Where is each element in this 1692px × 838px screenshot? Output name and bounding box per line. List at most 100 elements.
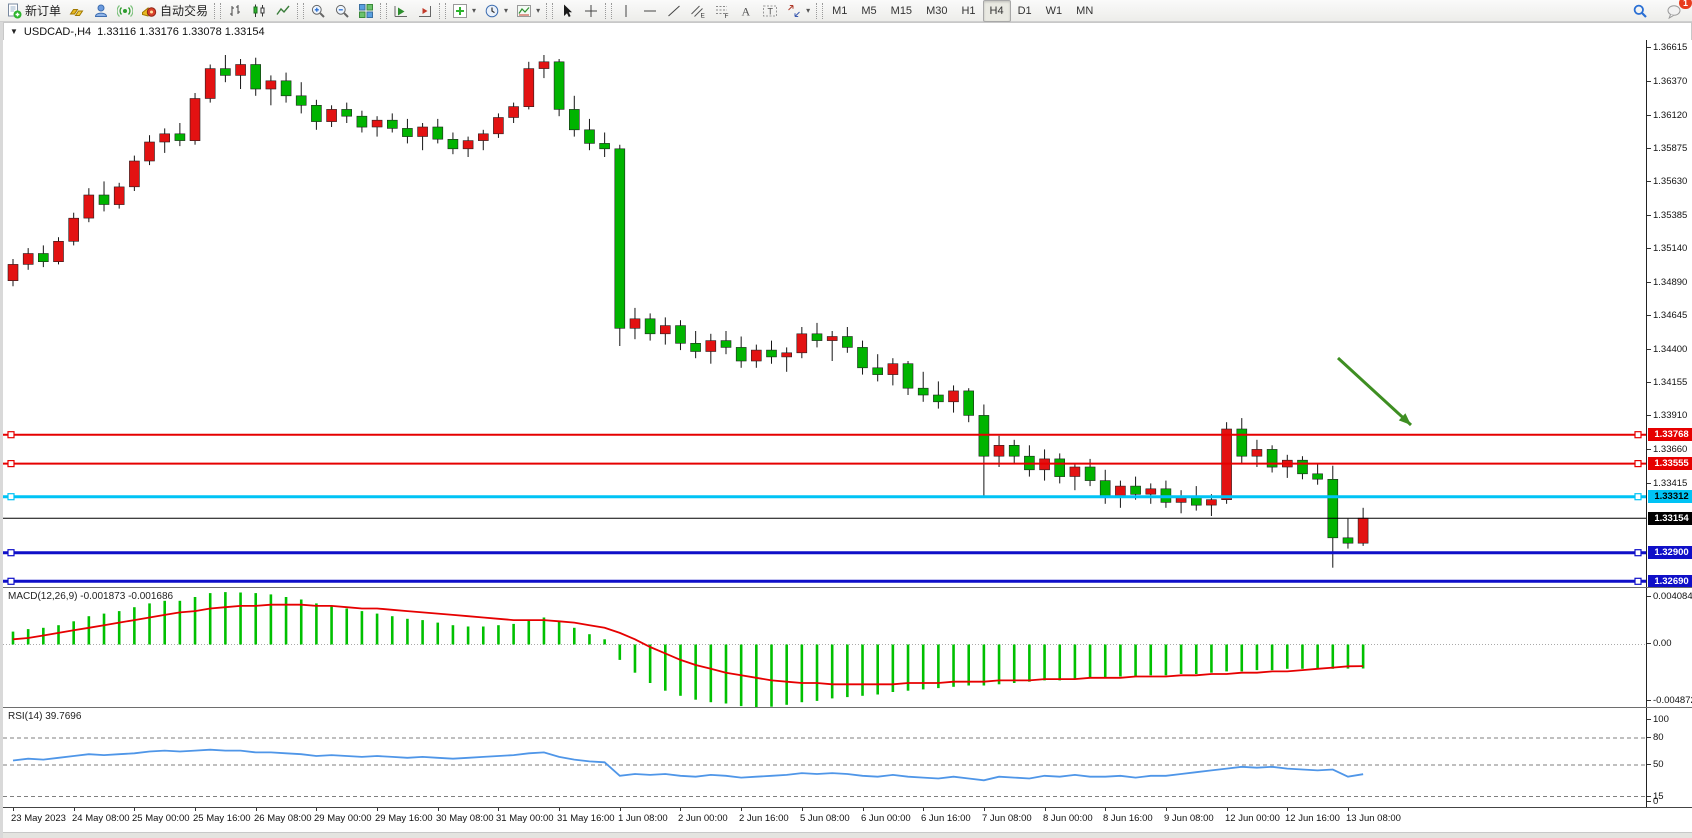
time-tick bbox=[984, 808, 985, 811]
new-order-button[interactable]: 新订单 bbox=[2, 0, 65, 22]
timeframe-button-h1[interactable]: H1 bbox=[954, 0, 982, 22]
time-label: 29 May 00:00 bbox=[314, 813, 372, 824]
bid-price-label: 1.33154 bbox=[1648, 512, 1692, 525]
macd-tick: 0.00 bbox=[1647, 637, 1692, 649]
trendline-button[interactable] bbox=[662, 0, 686, 22]
fibonacci-button[interactable]: F bbox=[710, 0, 734, 22]
toolbar-separator bbox=[439, 3, 446, 19]
price-tick: 1.36120 bbox=[1647, 109, 1692, 121]
time-tick bbox=[1287, 808, 1288, 811]
price-tick: 1.33415 bbox=[1647, 477, 1692, 489]
price-axis[interactable]: 1.366151.363701.361201.358751.356301.353… bbox=[1646, 40, 1692, 587]
chart-title-bar: ▼ USDCAD-,H4 1.33116 1.33176 1.33078 1.3… bbox=[3, 22, 1692, 40]
time-label: 5 Jun 08:00 bbox=[800, 813, 850, 824]
macd-axis[interactable]: 0.0040840.00-0.004872 bbox=[1646, 588, 1692, 707]
time-label: 2 Jun 16:00 bbox=[739, 813, 789, 824]
signals-icon bbox=[93, 3, 109, 19]
candle-chart-button[interactable] bbox=[247, 0, 271, 22]
crosshair-button[interactable] bbox=[579, 0, 603, 22]
rsi-panel: RSI(14) 39.7696 1008050150 bbox=[3, 707, 1692, 807]
gold-button[interactable] bbox=[65, 0, 89, 22]
price-tick: 1.34890 bbox=[1647, 276, 1692, 288]
text-icon: A bbox=[738, 3, 754, 19]
time-tick bbox=[1105, 808, 1106, 811]
toolbar-separator bbox=[546, 3, 553, 19]
vertical-line-button[interactable] bbox=[614, 0, 638, 22]
rsi-canvas[interactable] bbox=[3, 709, 1646, 808]
bar-chart-button[interactable] bbox=[223, 0, 247, 22]
time-label: 8 Jun 00:00 bbox=[1043, 813, 1093, 824]
shift-icon bbox=[417, 3, 433, 19]
chart-shift-button[interactable] bbox=[413, 0, 437, 22]
timeframe-button-d1[interactable]: D1 bbox=[1011, 0, 1039, 22]
rsi-axis[interactable]: 1008050150 bbox=[1646, 708, 1692, 807]
chart-collapse-icon[interactable]: ▼ bbox=[10, 27, 18, 36]
line-chart-icon bbox=[275, 3, 291, 19]
timeframe-button-m30[interactable]: M30 bbox=[919, 0, 954, 22]
timeframe-button-w1[interactable]: W1 bbox=[1039, 0, 1070, 22]
clock-icon bbox=[484, 3, 500, 19]
zoom-in-button[interactable] bbox=[306, 0, 330, 22]
time-tick bbox=[13, 808, 14, 811]
trend-icon bbox=[666, 3, 682, 19]
time-tick bbox=[74, 808, 75, 811]
timeframe-button-h4[interactable]: H4 bbox=[983, 0, 1011, 22]
time-label: 29 May 16:00 bbox=[375, 813, 433, 824]
autotrade-icon bbox=[141, 3, 157, 19]
auto-scroll-button[interactable] bbox=[389, 0, 413, 22]
zoom-out-icon bbox=[334, 3, 350, 19]
time-label: 31 May 16:00 bbox=[557, 813, 615, 824]
time-axis[interactable]: 23 May 202324 May 08:0025 May 00:0025 Ma… bbox=[3, 807, 1692, 833]
chevron-down-icon[interactable]: ▾ bbox=[536, 6, 540, 15]
arrows-button[interactable]: ▾ bbox=[782, 0, 814, 22]
chart-window: ▼ USDCAD-,H4 1.33116 1.33176 1.33078 1.3… bbox=[0, 22, 1692, 838]
price-tick: 1.35140 bbox=[1647, 242, 1692, 254]
rsi-label: RSI(14) 39.7696 bbox=[8, 711, 81, 722]
chevron-down-icon[interactable]: ▾ bbox=[504, 6, 508, 15]
time-label: 31 May 00:00 bbox=[496, 813, 554, 824]
time-label: 30 May 08:00 bbox=[436, 813, 494, 824]
vline-icon bbox=[618, 3, 634, 19]
gold-icon bbox=[69, 3, 85, 19]
time-tick bbox=[741, 808, 742, 811]
signals-button[interactable] bbox=[89, 0, 113, 22]
toolbar-separator bbox=[605, 3, 612, 19]
candles-icon bbox=[251, 3, 267, 19]
indicators-button[interactable]: ▾ bbox=[448, 0, 480, 22]
mt4-window: 新订单 自动交易 ▾ ▾ ▾ EFA T ▾ M1M5M15M30H1H4D1W1MN 1 ▼ U… bbox=[0, 0, 1692, 838]
text-button[interactable]: A bbox=[734, 0, 758, 22]
toolbar-separator bbox=[816, 3, 823, 19]
cursor-button[interactable] bbox=[555, 0, 579, 22]
templates-button[interactable]: ▾ bbox=[512, 0, 544, 22]
chevron-down-icon[interactable]: ▾ bbox=[472, 6, 476, 15]
search-button[interactable] bbox=[1628, 0, 1652, 22]
zoom-out-button[interactable] bbox=[330, 0, 354, 22]
new-order-icon bbox=[6, 3, 22, 19]
channel-icon: E bbox=[690, 3, 706, 19]
horizontal-line-button[interactable] bbox=[638, 0, 662, 22]
time-tick bbox=[863, 808, 864, 811]
time-tick bbox=[1166, 808, 1167, 811]
line-chart-button[interactable] bbox=[271, 0, 295, 22]
timeframe-button-mn[interactable]: MN bbox=[1069, 0, 1100, 22]
notifications-button[interactable]: 1 bbox=[1662, 0, 1686, 22]
autotrade-button[interactable]: 自动交易 bbox=[137, 0, 212, 22]
timeframe-button-m1[interactable]: M1 bbox=[825, 0, 854, 22]
news-radio-button[interactable] bbox=[113, 0, 137, 22]
time-label: 25 May 00:00 bbox=[132, 813, 190, 824]
indicators-icon bbox=[452, 3, 468, 19]
text-label-button[interactable]: T bbox=[758, 0, 782, 22]
rsi-tick: 50 bbox=[1647, 758, 1692, 770]
time-tick bbox=[316, 808, 317, 811]
price-chart-canvas[interactable] bbox=[3, 40, 1646, 587]
svg-text:T: T bbox=[768, 6, 774, 16]
hline-price-label: 1.33768 bbox=[1648, 428, 1692, 441]
macd-tick: -0.004872 bbox=[1647, 694, 1692, 706]
periods-button[interactable]: ▾ bbox=[480, 0, 512, 22]
channel-button[interactable]: E bbox=[686, 0, 710, 22]
macd-canvas[interactable] bbox=[3, 589, 1646, 708]
timeframe-button-m15[interactable]: M15 bbox=[884, 0, 919, 22]
timeframe-button-m5[interactable]: M5 bbox=[854, 0, 883, 22]
tile-windows-button[interactable] bbox=[354, 0, 378, 22]
chevron-down-icon[interactable]: ▾ bbox=[806, 6, 810, 15]
